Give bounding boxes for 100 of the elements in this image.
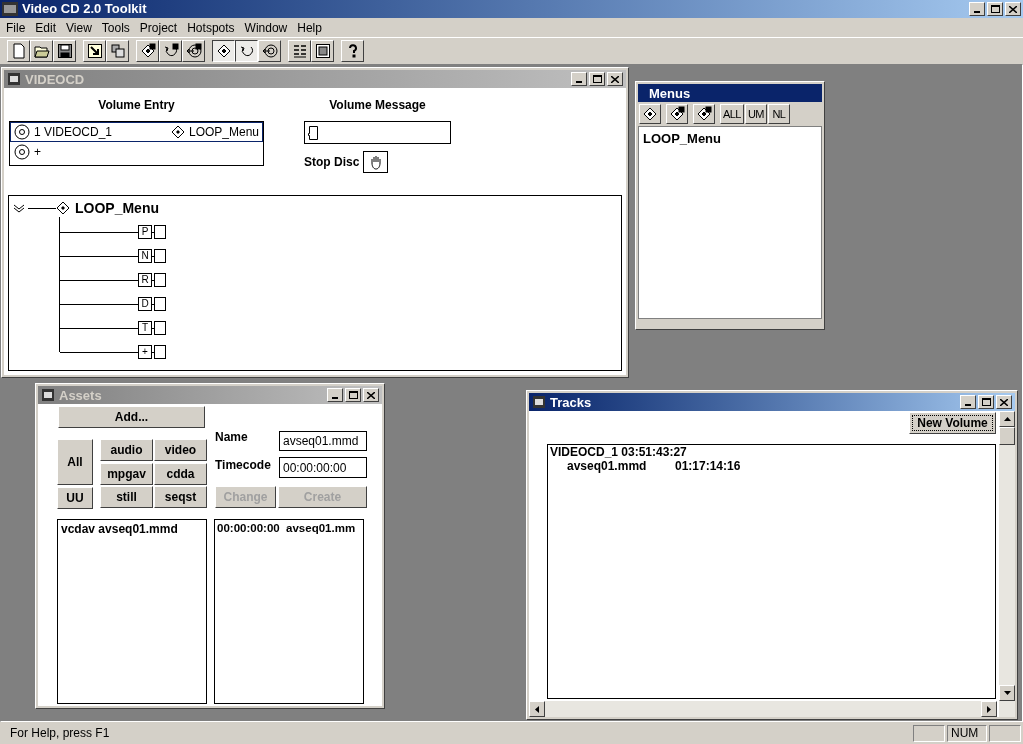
track-time: 01:17:14:16 — [675, 459, 741, 473]
status-indicator: NUM — [947, 724, 987, 742]
volume-entry-row[interactable]: 1 VIDEOCD_1 LOOP_Menu — [10, 122, 263, 142]
filter-button[interactable]: audio — [100, 439, 153, 461]
window-minimize-button[interactable] — [327, 388, 343, 402]
window-close-button[interactable] — [363, 388, 379, 402]
diamond-icon — [170, 125, 185, 139]
import-icon — [86, 43, 103, 59]
menu-bar-item[interactable]: Hotspots — [182, 18, 240, 37]
scroll-left-button[interactable] — [529, 701, 545, 717]
disc-icon — [14, 144, 30, 160]
scroll-thumb[interactable] — [999, 427, 1015, 445]
asset-list[interactable]: vcdav avseq01.mmd — [57, 519, 207, 704]
branch-label: + — [138, 345, 152, 359]
window-icon — [532, 395, 546, 409]
timecode-list-item[interactable]: 00:00:00:00 avseq01.mm — [217, 520, 363, 538]
filter-button[interactable]: NL — [767, 104, 790, 124]
menu-list-item[interactable]: LOOP_Menu — [643, 129, 817, 149]
minimize-icon — [965, 404, 971, 406]
name-field[interactable]: avseq01.mmd — [279, 431, 367, 451]
new-volume-button[interactable]: New Volume — [909, 412, 996, 434]
branch-slot[interactable] — [154, 225, 166, 239]
diamond-plus-icon — [696, 106, 712, 122]
branch-slot[interactable] — [154, 297, 166, 311]
asset-list-item[interactable]: vcdav avseq01.mmd — [61, 520, 203, 538]
diamond-edit-icon — [139, 43, 156, 59]
app-title: Video CD 2.0 Toolkit — [22, 0, 147, 19]
menu-bar-item[interactable]: Window — [239, 18, 293, 37]
field-label: Name — [215, 429, 248, 446]
window-minimize-button[interactable] — [571, 72, 587, 86]
scroll-up-button[interactable] — [999, 411, 1015, 427]
app-maximize-button[interactable] — [987, 2, 1003, 16]
branch-slot[interactable] — [154, 249, 166, 263]
close-icon — [367, 391, 375, 399]
window-maximize-button[interactable] — [345, 388, 361, 402]
toolbar-button[interactable] — [212, 40, 235, 62]
maximize-icon — [348, 391, 358, 399]
menu-bar-item[interactable]: View — [61, 18, 97, 37]
app-icon — [2, 2, 18, 16]
menu-bar-item[interactable]: Project — [134, 18, 183, 37]
filter-button[interactable]: All — [57, 439, 93, 485]
volume-name: 1 VIDEOCD_1 — [34, 124, 114, 141]
down-arrow-icon — [1003, 691, 1011, 695]
menu-bar-item[interactable]: Help — [292, 18, 327, 37]
app-close-button[interactable] — [1005, 2, 1021, 16]
target-edit-icon — [185, 43, 202, 59]
branch-slot[interactable] — [154, 273, 166, 287]
diamond-icon — [642, 106, 658, 122]
app-minimize-button[interactable] — [969, 2, 985, 16]
filter-button[interactable]: video — [154, 439, 207, 461]
window-title: Menus — [649, 86, 691, 100]
menu-bar-item[interactable]: Edit — [30, 18, 62, 37]
menu-tool-button[interactable] — [666, 104, 688, 124]
filter-button[interactable]: mpgav — [100, 462, 153, 485]
window-maximize-button[interactable] — [589, 72, 605, 86]
close-icon — [611, 75, 619, 83]
filter-button[interactable]: seqst — [154, 486, 207, 509]
save-icon — [56, 43, 73, 59]
horizontal-scrollbar[interactable] — [529, 701, 997, 717]
minimize-icon — [974, 11, 980, 13]
window-maximize-button[interactable] — [978, 395, 994, 409]
menu-bar-item[interactable]: Tools — [96, 18, 135, 37]
menu-bar-item[interactable]: File — [1, 18, 31, 37]
window-icon — [7, 72, 21, 86]
branch-label: N — [138, 249, 152, 263]
branch-slot[interactable] — [154, 321, 166, 335]
filter-button[interactable]: cdda — [154, 462, 207, 485]
section-label: Volume Message — [329, 97, 426, 114]
filter-button[interactable]: still — [100, 486, 153, 509]
up-arrow-icon — [1003, 417, 1011, 421]
grid-icon — [109, 43, 126, 59]
volume-entry-list[interactable]: 1 VIDEOCD_1 LOOP_Menu + — [9, 121, 264, 166]
scroll-right-button[interactable] — [981, 701, 997, 717]
window-minimize-button[interactable] — [960, 395, 976, 409]
filter-button[interactable]: UM — [744, 104, 767, 124]
stop-disc-button[interactable] — [363, 151, 389, 173]
close-icon — [1000, 398, 1008, 406]
filter-button[interactable]: UU — [57, 487, 93, 509]
volume-entry-row[interactable]: + — [10, 142, 263, 162]
volume-name: + — [34, 144, 42, 161]
disc-icon — [14, 124, 30, 140]
filter-button[interactable]: ALL — [720, 104, 744, 124]
status-pane — [989, 724, 1021, 742]
window-close-button[interactable] — [607, 72, 623, 86]
timecode-list[interactable]: 00:00:00:00 avseq01.mm — [214, 519, 364, 704]
timecode-field[interactable]: 00:00:00:00 — [279, 457, 367, 478]
toolbar-button[interactable] — [235, 40, 258, 62]
menu-tool-button[interactable] — [639, 104, 661, 124]
field-label: Timecode — [215, 457, 271, 474]
add-button[interactable]: Add... — [58, 406, 205, 428]
stop-disc-label: Stop Disc — [304, 154, 360, 171]
vertical-scrollbar[interactable] — [999, 411, 1015, 717]
volume-line[interactable]: VIDEOCD_1 03:51:43:27 — [550, 445, 993, 459]
scroll-down-button[interactable] — [999, 685, 1015, 701]
track-name[interactable]: avseq01.mmd — [567, 459, 675, 473]
menu-tool-button[interactable] — [693, 104, 715, 124]
window-close-button[interactable] — [996, 395, 1012, 409]
minimize-icon — [332, 397, 338, 399]
branch-slot[interactable] — [154, 345, 166, 359]
volume-message-field[interactable] — [304, 121, 451, 144]
